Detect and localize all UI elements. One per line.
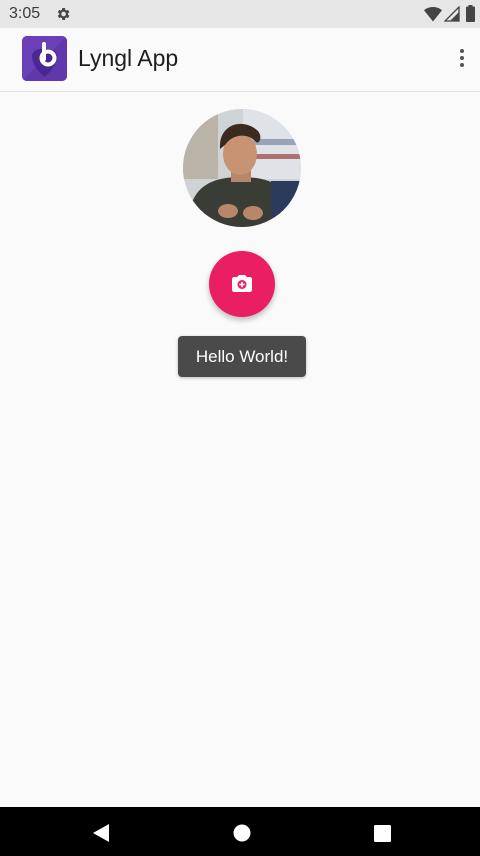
app-bar: Lyngl App (0, 28, 480, 92)
avatar[interactable] (183, 109, 301, 227)
add-a-photo-icon (232, 275, 252, 292)
status-bar: 3:05 (0, 0, 480, 28)
lyngl-logo-icon (22, 36, 67, 81)
back-icon[interactable] (92, 824, 110, 842)
toast-message: Hello World! (178, 336, 306, 377)
battery-icon (466, 5, 475, 22)
recents-icon[interactable] (374, 825, 391, 842)
app-title: Lyngl App (78, 45, 179, 71)
signal-icon (444, 6, 460, 22)
home-icon[interactable] (233, 824, 251, 842)
gear-icon (57, 8, 70, 20)
add-photo-button[interactable] (209, 251, 275, 317)
toast-text: Hello World! (195, 346, 289, 366)
more-vert-icon[interactable] (452, 44, 472, 72)
navigation-bar (0, 807, 480, 856)
wifi-icon (424, 7, 442, 22)
status-time: 3:05 (9, 5, 41, 22)
